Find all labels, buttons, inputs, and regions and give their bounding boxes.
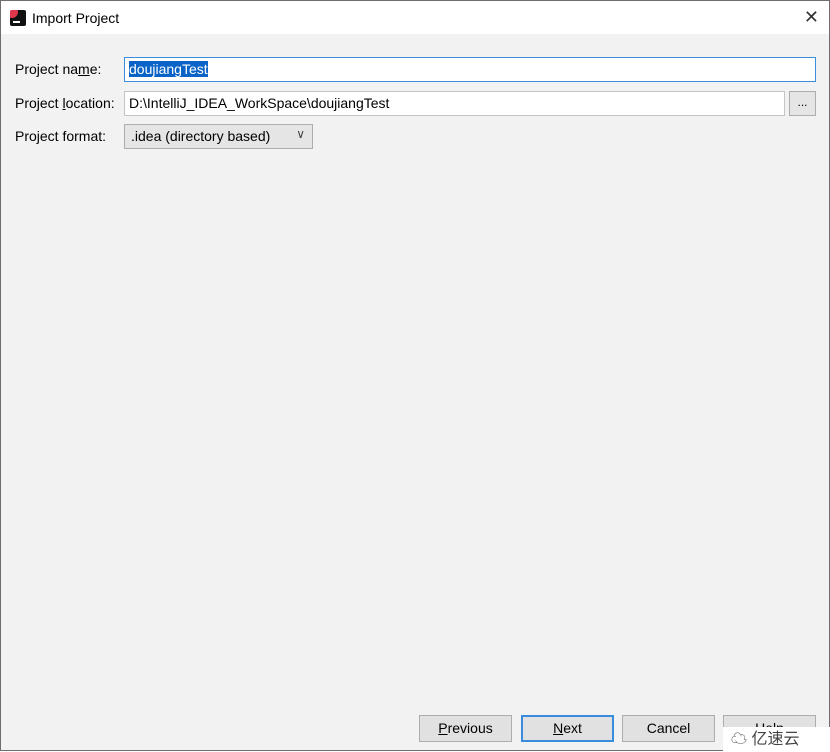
watermark-logo: ☁ 亿速云 bbox=[723, 727, 830, 752]
project-format-select[interactable]: .idea (directory based) ∨ bbox=[124, 124, 313, 149]
chevron-down-icon: ∨ bbox=[296, 127, 305, 141]
title-bar: Import Project ✕ bbox=[1, 1, 829, 34]
next-button[interactable]: Next bbox=[521, 715, 614, 742]
project-format-value: .idea (directory based) bbox=[131, 128, 271, 144]
browse-button[interactable]: ... bbox=[789, 91, 816, 116]
close-icon[interactable]: ✕ bbox=[804, 7, 819, 28]
import-project-dialog: Import Project ✕ Project name: doujiangT… bbox=[0, 0, 830, 752]
project-name-input[interactable]: doujiangTest bbox=[124, 57, 816, 82]
project-name-label: Project name: bbox=[15, 61, 102, 77]
watermark-text: 亿速云 bbox=[751, 731, 800, 748]
project-location-input[interactable]: D:\IntelliJ_IDEA_WorkSpace\doujiangTest bbox=[124, 91, 785, 116]
project-name-value: doujiangTest bbox=[129, 61, 208, 77]
cancel-button[interactable]: Cancel bbox=[622, 715, 715, 742]
project-location-label: Project location: bbox=[15, 95, 115, 111]
intellij-idea-icon bbox=[10, 9, 26, 26]
next-button-label: Next bbox=[553, 720, 582, 736]
previous-button[interactable]: Previous bbox=[419, 715, 512, 742]
window-title: Import Project bbox=[32, 9, 120, 26]
project-format-label: Project format: bbox=[15, 128, 107, 144]
